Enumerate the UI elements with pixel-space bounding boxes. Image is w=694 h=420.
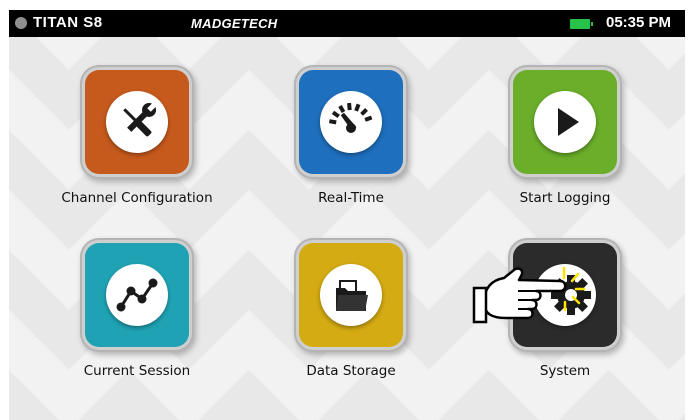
folder-icon	[336, 280, 368, 311]
pointing-hand-icon	[472, 266, 586, 324]
tile-label-channel-configuration: Channel Configuration	[61, 190, 213, 206]
tile-label-data-storage: Data Storage	[306, 363, 396, 379]
line-chart-icon	[116, 278, 158, 312]
clock: 05:35 PM	[606, 14, 672, 31]
battery-icon	[570, 19, 593, 29]
real-time-button[interactable]	[299, 70, 403, 174]
start-logging-button[interactable]	[513, 70, 617, 174]
play-icon	[558, 108, 579, 136]
data-storage-button[interactable]	[299, 243, 403, 347]
tools-icon	[123, 101, 158, 137]
gauge-icon	[328, 102, 373, 133]
tile-label-real-time: Real-Time	[318, 190, 384, 206]
tile-label-system: System	[539, 363, 591, 379]
channel-configuration-button[interactable]	[85, 70, 189, 174]
status-bar: TITAN S8 MadgeTech 05:35 PM	[9, 10, 685, 37]
power-indicator-icon	[15, 17, 27, 29]
tile-label-start-logging: Start Logging	[519, 190, 611, 206]
tile-label-current-session: Current Session	[83, 363, 191, 379]
device-name: TITAN S8	[33, 14, 103, 31]
brand-logo: MadgeTech	[191, 16, 278, 31]
current-session-button[interactable]	[85, 243, 189, 347]
device-screen: TITAN S8 MadgeTech 05:35 PM Channe	[9, 10, 685, 420]
